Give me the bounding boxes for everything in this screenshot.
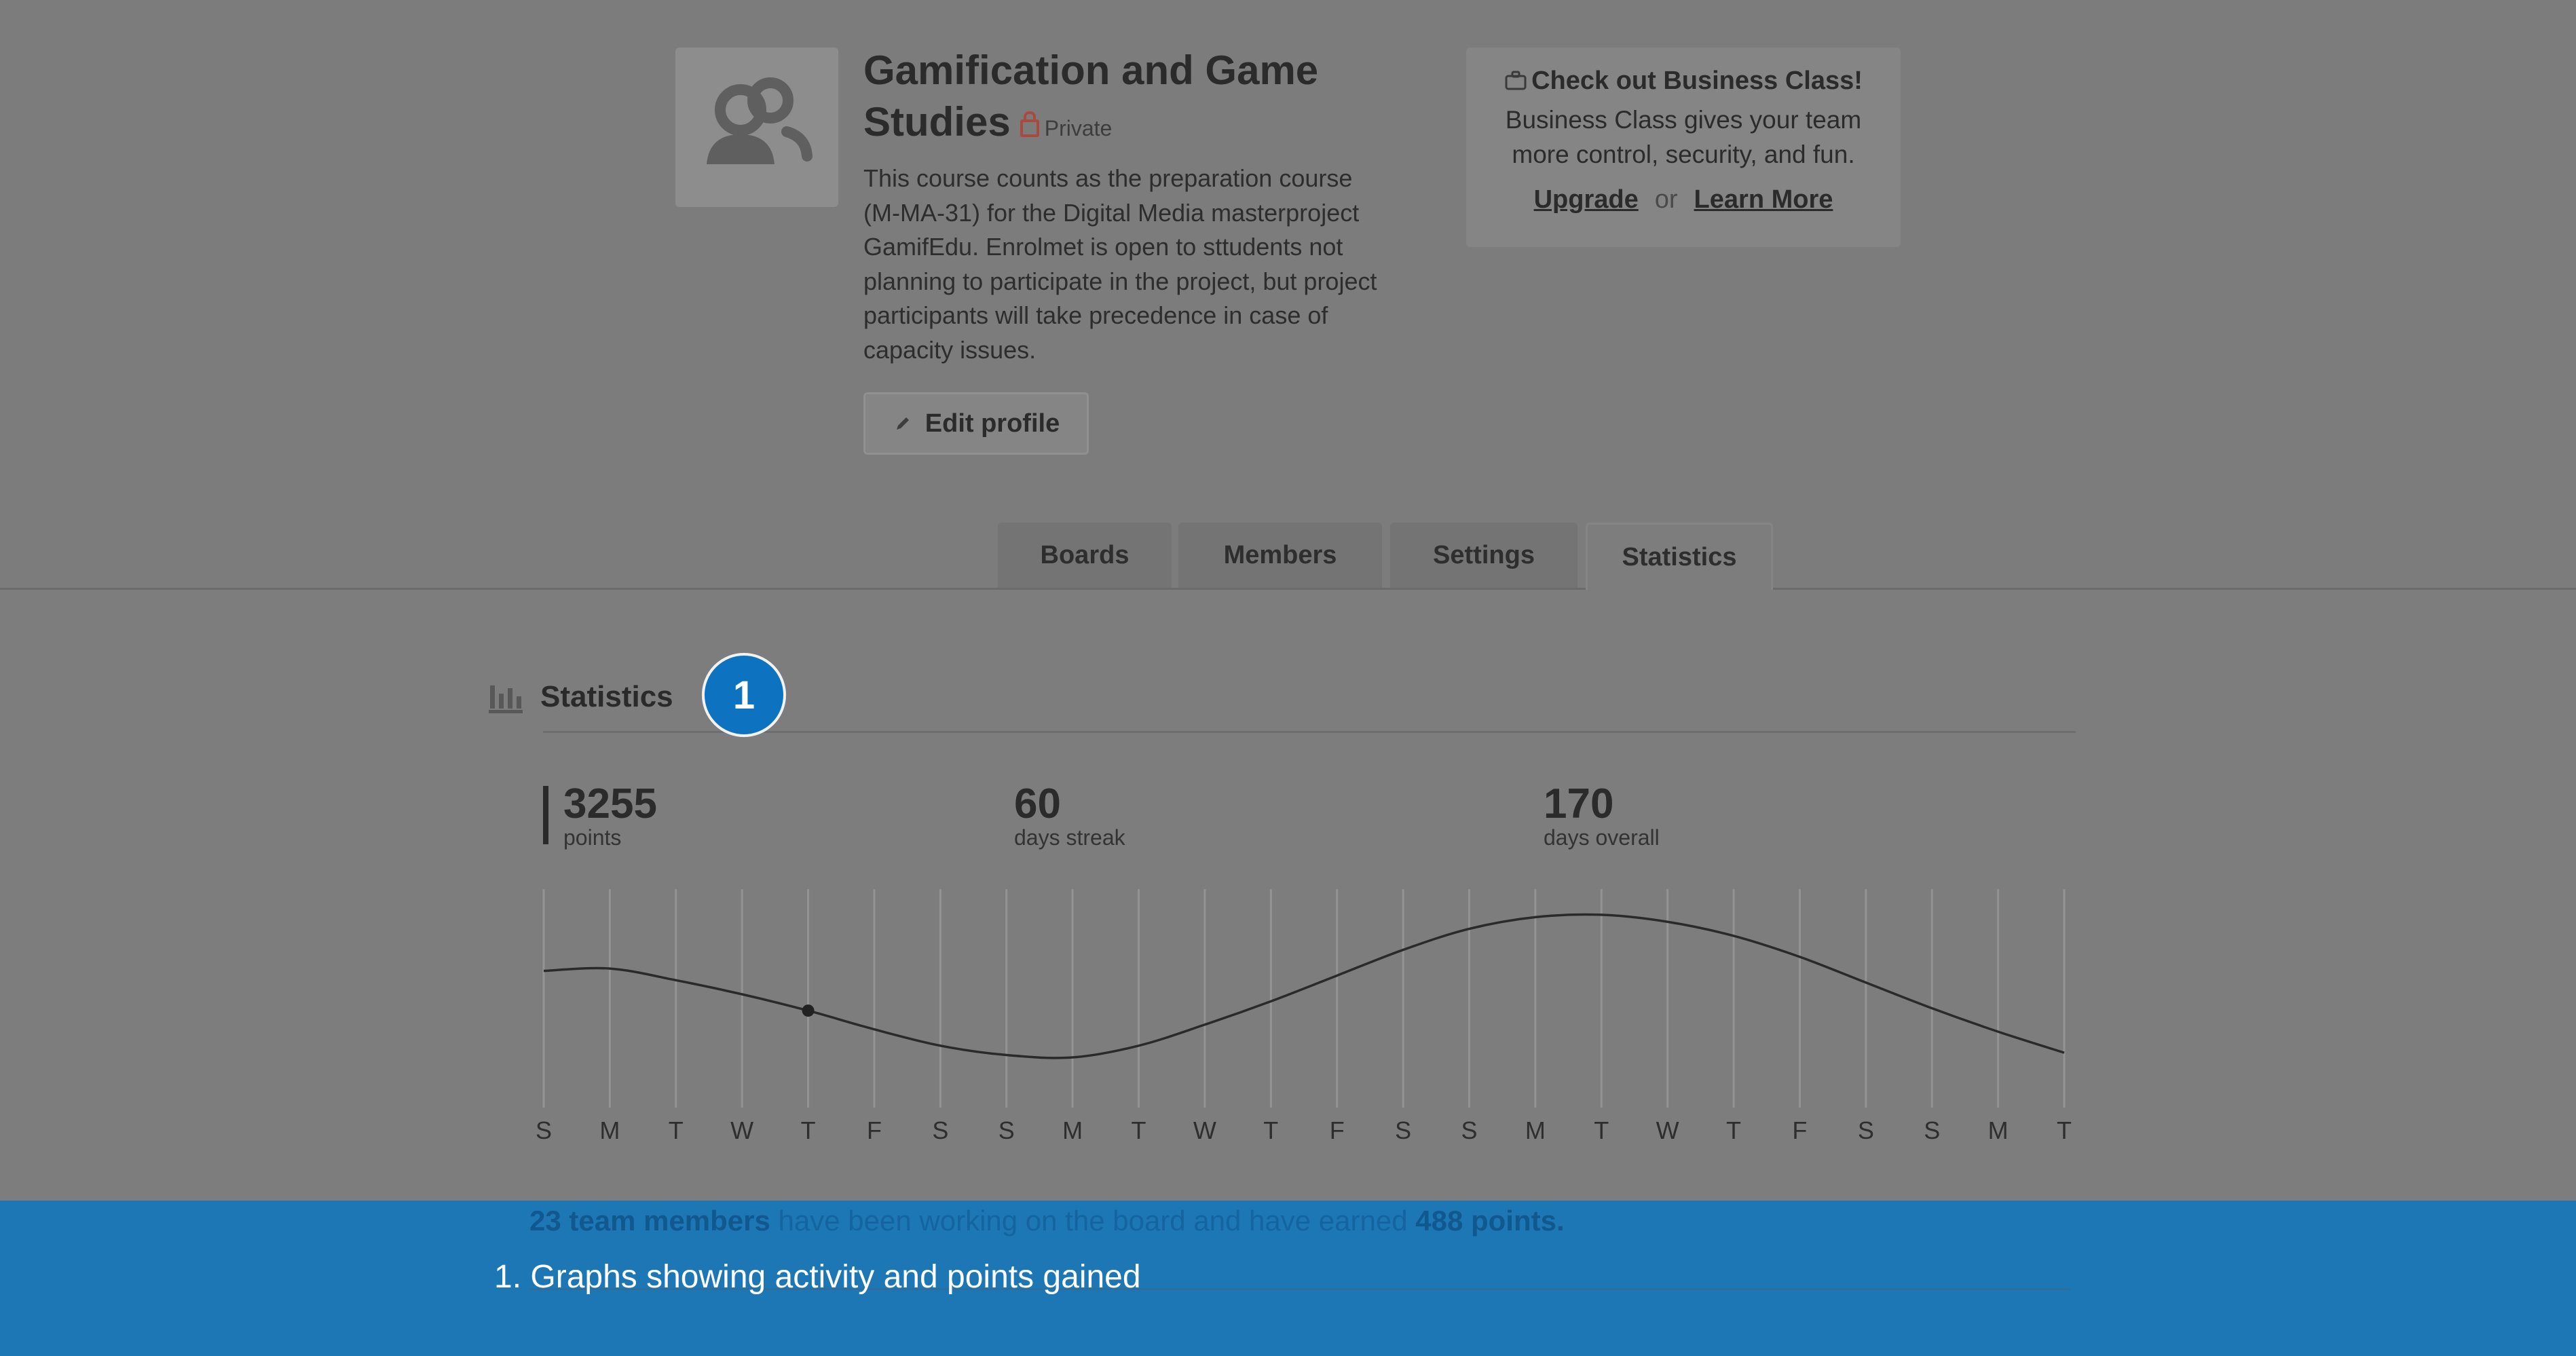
x-tick-label: T — [1594, 1116, 1609, 1144]
description-line: GamifEdu. Enrolmet is open to sttudents … — [863, 233, 1343, 261]
tab-label: Boards — [1040, 540, 1130, 569]
metric-value: 60 — [1014, 780, 1061, 827]
metric-label: points — [563, 825, 622, 850]
team-description: This course counts as the preparation co… — [863, 162, 1447, 367]
summary-members: 23 team members — [529, 1205, 770, 1237]
description-line: planning to participate in the project, … — [863, 267, 1377, 295]
activity-summary: 23 team members have been working on the… — [529, 1205, 1565, 1237]
x-tick-label: S — [998, 1116, 1015, 1144]
edit-profile-button[interactable]: Edit profile — [863, 392, 1089, 455]
promo-text: Business Class gives your team more cont… — [1480, 102, 1887, 172]
team-title-word: Studies — [863, 99, 1011, 145]
x-tick-label: W — [1656, 1116, 1679, 1144]
caption-text: 1. Graphs showing activity and points ga… — [494, 1259, 1141, 1295]
x-tick-label: T — [669, 1116, 684, 1144]
x-tick-label: M — [599, 1116, 620, 1144]
lock-icon — [1020, 111, 1039, 137]
learn-more-link[interactable]: Learn More — [1694, 185, 1833, 214]
metric-points: 3255 points — [563, 780, 657, 850]
summary-middle: have been working on the board and have … — [770, 1205, 1416, 1237]
business-class-promo: Check out Business Class! Business Class… — [1466, 48, 1901, 247]
upgrade-link[interactable]: Upgrade — [1534, 185, 1639, 214]
or-separator: or — [1654, 185, 1678, 214]
metric-label: days overall — [1544, 825, 1660, 850]
metric-indicator — [543, 786, 548, 844]
x-tick-label: F — [1792, 1116, 1807, 1144]
tab-settings[interactable]: Settings — [1390, 523, 1578, 588]
tab-boards[interactable]: Boards — [998, 523, 1172, 588]
statistics-heading: Statistics — [540, 680, 673, 713]
x-tick-label: M — [1525, 1116, 1546, 1144]
summary-points: 488 points. — [1415, 1205, 1565, 1237]
activity-chart: SMTWTFSSMTWTFSSMTWTFSSMT — [536, 889, 2072, 1144]
description-line: capacity issues. — [863, 335, 1037, 364]
promo-text-line: Business Class gives your team — [1505, 106, 1862, 134]
team-title-line2: Studies Private — [863, 96, 1420, 154]
promo-title: Check out Business Class! — [1466, 67, 1901, 96]
metric-label: days streak — [1014, 825, 1125, 850]
x-tick-label: F — [1330, 1116, 1345, 1144]
x-tick-label: S — [1395, 1116, 1411, 1144]
description-line: This course counts as the preparation co… — [863, 164, 1353, 192]
x-tick-label: W — [1193, 1116, 1216, 1144]
visibility-badge: Private — [1020, 111, 1113, 140]
tab-label: Settings — [1433, 540, 1535, 569]
tab-label: Members — [1223, 540, 1337, 569]
bar-chart-icon — [489, 685, 523, 713]
x-tick-label: S — [1858, 1116, 1874, 1144]
x-tick-label: S — [1461, 1116, 1477, 1144]
briefcase-icon — [1505, 71, 1527, 90]
x-tick-label: T — [1263, 1116, 1278, 1144]
description-line: participants will take precedence in cas… — [863, 301, 1328, 329]
visibility-label: Private — [1044, 116, 1113, 140]
tab-label: Statistics — [1622, 542, 1737, 571]
team-avatar — [675, 48, 838, 207]
x-tick-label: W — [730, 1116, 753, 1144]
promo-links: Upgrade or Learn More — [1466, 185, 1901, 214]
metric-value: 3255 — [563, 780, 657, 827]
x-tick-label: S — [932, 1116, 948, 1144]
x-tick-label: T — [2057, 1116, 2072, 1144]
series-line — [543, 913, 2065, 1059]
edit-profile-label: Edit profile — [925, 409, 1060, 438]
description-line: (M-MA-31) for the Digital Media masterpr… — [863, 198, 1360, 227]
tab-statistics[interactable]: Statistics — [1586, 523, 1773, 590]
tab-members[interactable]: Members — [1178, 523, 1382, 588]
team-title: Gamification and Game Studies Private — [863, 45, 1420, 154]
data-point[interactable] — [802, 1004, 815, 1017]
metric-days-streak: 60 days streak — [1014, 780, 1125, 850]
team-icon — [707, 77, 813, 164]
x-tick-label: M — [1988, 1116, 2009, 1144]
section-divider — [543, 731, 2076, 733]
x-tick-label: T — [1726, 1116, 1741, 1144]
x-tick-label: S — [536, 1116, 552, 1144]
x-tick-label: M — [1062, 1116, 1083, 1144]
team-title-line1: Gamification and Game — [863, 48, 1319, 93]
x-tick-label: T — [1132, 1116, 1146, 1144]
x-tick-label: S — [1924, 1116, 1940, 1144]
promo-title-text: Check out Business Class! — [1531, 67, 1863, 95]
pencil-icon — [896, 417, 909, 430]
promo-text-line: more control, security, and fun. — [1512, 140, 1855, 168]
metric-value: 170 — [1544, 780, 1614, 827]
callout-badge: 1 — [702, 653, 786, 737]
x-tick-label: F — [867, 1116, 882, 1144]
metric-days-overall: 170 days overall — [1544, 780, 1660, 850]
x-tick-label: T — [801, 1116, 816, 1144]
